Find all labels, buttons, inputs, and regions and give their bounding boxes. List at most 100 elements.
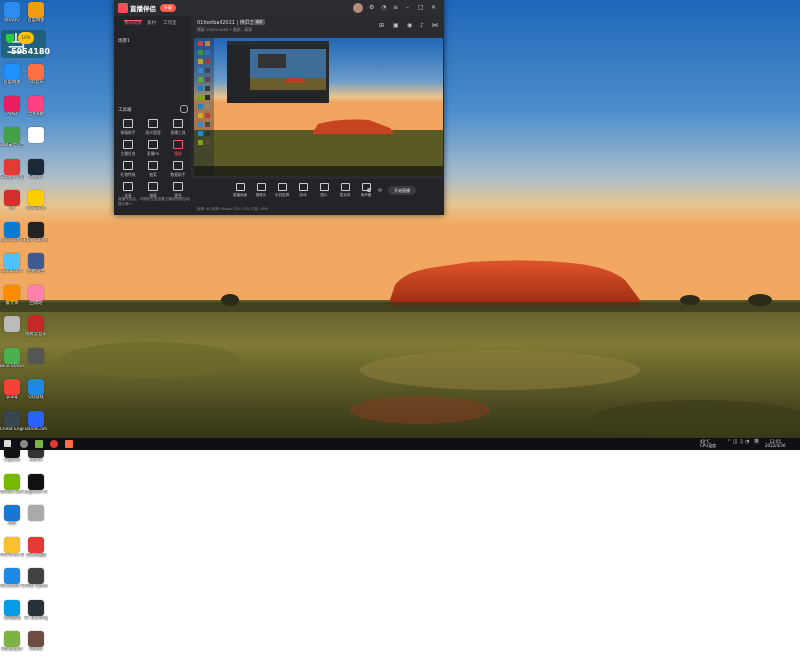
desktop-icon[interactable] [24,125,48,159]
desktop-icon[interactable]: Microsoft Edge [0,220,24,254]
desktop-icon-label: 腾讯QQ [4,18,20,23]
widget-number: 5954180 [11,47,50,56]
desktop-icon[interactable] [0,314,24,348]
bottom-tool-button[interactable]: 麦克风 [336,183,354,198]
bell-icon[interactable]: ◔ [381,4,386,11]
desktop-icon[interactable]: 回收站 [24,283,48,317]
maximize-icon[interactable]: □ [418,4,424,11]
bottom-tool-button[interactable]: 直播画面 [231,183,249,198]
desktop-icon[interactable]: AMD Ryzen Master [24,566,48,600]
refresh-icon[interactable]: ⟳ [378,188,382,194]
streaming-app-taskbar-icon[interactable] [65,440,73,448]
desktop-icon[interactable]: AMD [0,94,24,128]
ime-indicator[interactable]: 英 [754,440,759,445]
desktop-icon[interactable]: 网易云音乐 [24,314,48,348]
tab-indicator [124,20,142,21]
desktop-icon[interactable]: 全民K歌 [24,94,48,128]
bottom-tool-button[interactable]: 扬声器 [357,183,375,198]
desktop-icon[interactable]: 鲁大师 [0,283,24,317]
notice-text: 直播开启后，可随时在此查看主播动态和互动提示哦～ [118,197,190,206]
app-icon [28,190,44,206]
desktop-icon-label: Google Chrome [0,174,24,180]
desktop-icon[interactable]: 绝地求生 [24,251,48,285]
desktop-icon[interactable]: QQ游戏 [24,377,48,411]
orientation-badge[interactable]: 横屏 [253,19,265,25]
scene-item[interactable]: 场景1 [118,38,130,44]
desktop-icon[interactable]: Logitech G HUB [24,472,48,506]
layout-icon[interactable]: ⊞ [379,22,384,29]
close-icon[interactable]: ✕ [431,4,436,11]
tool-item[interactable]: 弹幕助手 [116,119,140,139]
desktop-icon-label: Cheat Engine [0,426,24,432]
desktop-icon[interactable]: PC Building Simulator [24,598,48,632]
clock[interactable]: 13:05 2022/4/30 [765,440,786,448]
start-icon[interactable] [4,440,11,447]
tool-icon [123,182,133,191]
record-icon[interactable]: ◉ [407,22,412,29]
tool-item[interactable]: 福袋 [166,140,190,160]
minimize-icon[interactable]: – [406,4,409,11]
desktop-icon[interactable]: QQ音乐 [24,62,48,96]
tool-item[interactable]: 数据助手 [166,161,190,181]
notification-icon[interactable]: ♪ [420,22,424,29]
taskbar: 49°C CPU温度 ⌃ ◫ ♫ ◔ 英 13:05 2022/4/30 [0,438,800,450]
desktop-icon-label: Steam [29,174,43,180]
desktop-icon[interactable]: Steam [24,157,48,191]
desktop-icon[interactable]: Bandicam [0,251,24,285]
start-live-button[interactable]: 开始直播 [388,186,416,195]
desktop-icon[interactable]: 360安全卫士 [0,125,24,159]
chrome-icon[interactable] [50,440,58,448]
desktop-icon[interactable]: WeGame [24,188,48,222]
desktop-icon-label: Microsoft Edge [0,237,24,243]
upgrade-badge[interactable]: 升级 [160,4,176,12]
desktop-icon[interactable]: Reflex [24,629,48,663]
desktop-icon-label: Bandicam [1,269,23,274]
share-icon[interactable]: ⋈ [432,22,438,29]
live-preview[interactable] [194,38,443,176]
tool-item[interactable]: 主播任务 [116,140,140,160]
desktop-icon[interactable]: pubg [0,377,24,411]
tool-item[interactable]: 直播工具 [166,119,190,139]
tool-item[interactable]: 观众管理 [141,119,165,139]
settings-icon[interactable]: ⚙ [369,4,374,11]
toolbox-title: 工具箱 [118,108,132,113]
desktop-widget[interactable]: 当 10% 5954180 [1,30,50,58]
tab-materials[interactable]: 素材 [147,20,156,26]
tab-studio[interactable]: 工作室 [163,20,177,26]
bottom-tool-button[interactable]: 摄像头 [252,183,270,198]
bottom-tool-label: 扬声器 [360,193,372,197]
desktop-icon[interactable]: Wallpaper [0,629,24,663]
desktop-icon[interactable]: Blue Stacks [0,346,24,380]
avatar[interactable] [353,3,363,13]
menu-icon[interactable]: ≡ [393,4,398,11]
desktop-icon[interactable]: 迅雷 [0,503,24,537]
camera-small-icon[interactable]: ◘ [367,188,371,194]
taskbar-app-icon[interactable] [35,440,43,448]
desktop-icon[interactable]: 百度网盘 [24,0,48,34]
app-icon [28,221,44,238]
desktop-icon[interactable]: 百度网盘 [0,62,24,96]
desktop-icon[interactable]: QQ浏览器 [24,535,48,569]
desktop-icon[interactable]: Epic Games [24,220,48,254]
desktop-icon[interactable]: 360游戏 [0,598,24,632]
search-icon[interactable] [20,440,28,448]
tool-item[interactable]: 直播PK [141,140,165,160]
bottom-tool-button[interactable]: 手机投屏 [273,183,291,198]
bottom-tool-button[interactable]: 图片 [315,183,333,198]
tray-icons[interactable]: ⌃ ◫ ♫ ◔ [727,440,750,445]
desktop-icon[interactable]: ProFocus 64-bit [0,535,24,569]
desktop-icon[interactable]: Nvidia GeForce [0,472,24,506]
desktop-icon[interactable]: Google Chrome [0,157,24,191]
bottom-tool-label: 图片 [320,193,328,197]
tool-item[interactable]: 礼物特效 [116,161,140,181]
bottom-tool-button[interactable]: 游戏 [294,183,312,198]
layers-icon[interactable]: ▣ [393,22,399,29]
desktop-icon[interactable]: EA [0,188,24,222]
desktop-icon[interactable] [24,503,48,537]
app-icon [28,2,44,18]
desktop-icon-label: 全民K歌 [28,111,44,117]
desktop-icon[interactable] [24,346,48,380]
tool-item[interactable]: 抽奖 [141,161,165,181]
desktop-icon[interactable]: Microsoft Teams [0,566,24,600]
toolbox-settings-icon[interactable] [180,105,188,113]
